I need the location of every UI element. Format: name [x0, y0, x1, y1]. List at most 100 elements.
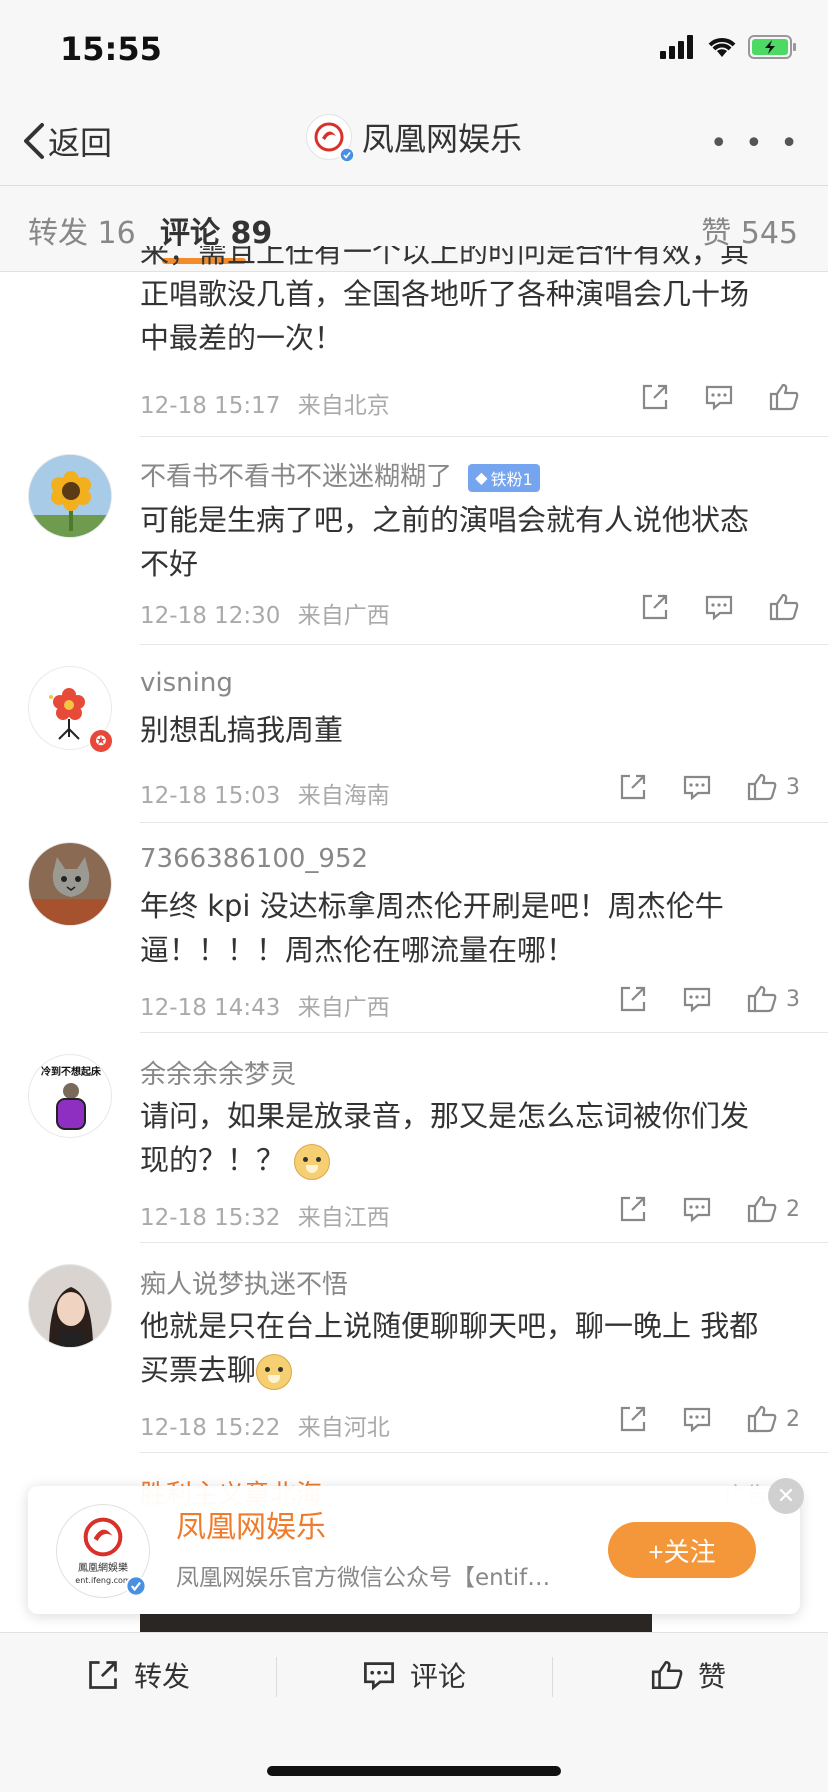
comment-actions: 2	[618, 1404, 800, 1434]
avatar[interactable]	[28, 454, 112, 538]
like-bottom-button[interactable]: 赞	[650, 1655, 726, 1695]
reply-button[interactable]	[682, 1194, 712, 1224]
comment-time: 12-18 15:32	[140, 1205, 281, 1231]
comment-author-name[interactable]: 7366386100_952	[140, 844, 368, 874]
comment-icon	[705, 385, 733, 411]
like-icon	[769, 593, 799, 621]
ifeng-logo-icon	[83, 1517, 123, 1557]
comment-text: 年终 kpi 没达标拿周杰伦开刷是吧！周杰伦牛 逼！！！！周杰伦在哪流量在哪！	[140, 884, 800, 972]
comment-author-name[interactable]: 痴人说梦执迷不悟	[140, 1264, 348, 1301]
comment-author-name[interactable]: visning	[140, 668, 233, 698]
share-icon	[620, 774, 646, 800]
reply-button[interactable]	[704, 382, 734, 412]
like-button[interactable]	[768, 592, 800, 622]
doge-emoji-icon	[294, 1144, 331, 1180]
cat-avatar-icon	[29, 843, 111, 925]
comment-icon	[683, 1407, 711, 1433]
comment-actions: 2	[618, 1194, 800, 1224]
follow-card[interactable]: 鳳凰網娛樂 ent.ifeng.com 凤凰网娱乐 凤凰网娱乐官方微信公众号【e…	[28, 1478, 804, 1614]
follow-card-name: 凤凰网娱乐	[176, 1510, 326, 1545]
comment-text-line-wrap: 现的？！？	[140, 1138, 800, 1182]
comment-text-line: 不好	[140, 547, 199, 581]
avatar[interactable]: 冷到不想起床	[28, 1054, 112, 1138]
comment-location: 来自广西	[297, 603, 390, 629]
follow-card-description: 凤凰网娱乐官方微信公众号【entife...	[176, 1565, 556, 1591]
like-icon	[747, 773, 777, 801]
avatar[interactable]	[28, 1264, 112, 1348]
comment-author-name: 不看书不看书不迷迷糊糊了	[140, 462, 453, 492]
comment-text-line: 中最差的一次！	[140, 321, 344, 355]
person-avatar-icon	[56, 1083, 86, 1130]
comment-actions: 3	[618, 984, 800, 1014]
comment-item: ✪ visning 别想乱搞我周董 12-18 15:03 来自海南 3	[0, 646, 828, 823]
comment-item: 7366386100_952 年终 kpi 没达标拿周杰伦开刷是吧！周杰伦牛 逼…	[0, 822, 828, 1033]
like-button[interactable]: 3	[746, 772, 800, 802]
avatar[interactable]	[28, 842, 112, 926]
comment-text-line: 买票去聊	[140, 1353, 257, 1387]
reply-button[interactable]	[682, 1404, 712, 1434]
share-button[interactable]	[618, 984, 648, 1014]
share-icon	[89, 1661, 117, 1689]
like-button[interactable]: 2	[746, 1404, 800, 1434]
close-icon[interactable]: ✕	[768, 1478, 804, 1514]
comment-icon	[683, 1197, 711, 1223]
like-button[interactable]	[768, 382, 800, 412]
share-button[interactable]	[618, 772, 648, 802]
comment-meta: 12-18 15:22 来自河北	[140, 1408, 390, 1442]
divider	[140, 1452, 828, 1453]
comment-item: 来，需且上任有一个以上的时问是合件有效，其 正唱歌没几首，全国各地听了各种演唱会…	[0, 0, 828, 437]
comment-label: 评论	[410, 1660, 467, 1693]
comment-author[interactable]: 不看书不看书不迷迷糊糊了 ◆ 铁粉1	[140, 456, 540, 493]
comment-text-line: 正唱歌没几首，全国各地听了各种演唱会几十场	[140, 277, 750, 311]
repost-button[interactable]: 转发	[86, 1655, 190, 1695]
share-button[interactable]	[618, 1194, 648, 1224]
comment-time: 12-18 15:03	[140, 783, 281, 809]
comment-actions	[640, 592, 800, 622]
reply-button[interactable]	[682, 984, 712, 1014]
share-button[interactable]	[618, 1404, 648, 1434]
share-icon	[642, 594, 668, 620]
like-count: 2	[786, 1406, 800, 1432]
comment-author-name[interactable]: 余余余余梦灵	[140, 1054, 296, 1091]
comment-button[interactable]: 评论	[362, 1655, 466, 1695]
sunflower-avatar-icon	[29, 455, 111, 537]
reply-button[interactable]	[704, 592, 734, 622]
media-thumbnail-strip	[140, 1614, 652, 1632]
comment-text: 来，需且上任有一个以上的时问是合件有效，其 正唱歌没几首，全国各地听了各种演唱会…	[140, 246, 800, 360]
comment-text-line: 可能是生病了吧，之前的演唱会就有人说他状态	[140, 503, 750, 537]
share-icon	[642, 384, 668, 410]
like-button[interactable]: 2	[746, 1194, 800, 1224]
comment-text-line: 别想乱搞我周董	[140, 713, 344, 747]
share-button[interactable]	[640, 382, 670, 412]
like-icon	[651, 1660, 683, 1690]
share-button[interactable]	[640, 592, 670, 622]
like-count: 3	[786, 986, 800, 1012]
badge-red-icon: ✪	[88, 728, 114, 754]
comment-location: 来自江西	[297, 1205, 390, 1231]
comment-meta: 12-18 14:43 来自广西	[140, 988, 390, 1022]
share-icon	[620, 1196, 646, 1222]
fans-badge: ◆ 铁粉1	[468, 463, 540, 492]
comment-icon	[683, 775, 711, 801]
comment-time: 12-18 15:17	[140, 393, 281, 419]
like-button[interactable]: 3	[746, 984, 800, 1014]
comment-text-line: 他就是只在台上说随便聊聊天吧，聊一晚上 我都	[140, 1309, 759, 1343]
comment-item: 冷到不想起床 余余余余梦灵 请问，如果是放录音，那又是怎么忘词被你们发 现的？！…	[0, 1032, 828, 1243]
comment-text: 他就是只在台上说随便聊聊天吧，聊一晚上 我都 买票去聊	[140, 1304, 800, 1392]
doge-emoji-icon	[256, 1354, 293, 1390]
comment-meta: 12-18 15:17 来自北京	[140, 386, 390, 420]
diamond-icon: ◆	[475, 468, 488, 487]
comment-time: 12-18 12:30	[140, 603, 281, 629]
reply-button[interactable]	[682, 772, 712, 802]
comment-text-line: 现的？！？	[140, 1143, 286, 1177]
comment-actions	[640, 382, 800, 412]
comment-meta: 12-18 15:32 来自江西	[140, 1198, 390, 1232]
comment-text-line-wrap: 买票去聊	[140, 1348, 800, 1392]
follow-button[interactable]: +关注	[608, 1522, 756, 1578]
home-indicator[interactable]	[267, 1766, 561, 1776]
comment-text: 可能是生病了吧，之前的演唱会就有人说他状态 不好	[140, 498, 800, 586]
comment-item: 不看书不看书不迷迷糊糊了 ◆ 铁粉1 可能是生病了吧，之前的演唱会就有人说他状态 …	[0, 436, 828, 646]
comment-text: 别想乱搞我周董	[140, 708, 800, 752]
comment-text: 请问，如果是放录音，那又是怎么忘词被你们发 现的？！？	[140, 1094, 800, 1182]
comment-icon	[683, 987, 711, 1013]
